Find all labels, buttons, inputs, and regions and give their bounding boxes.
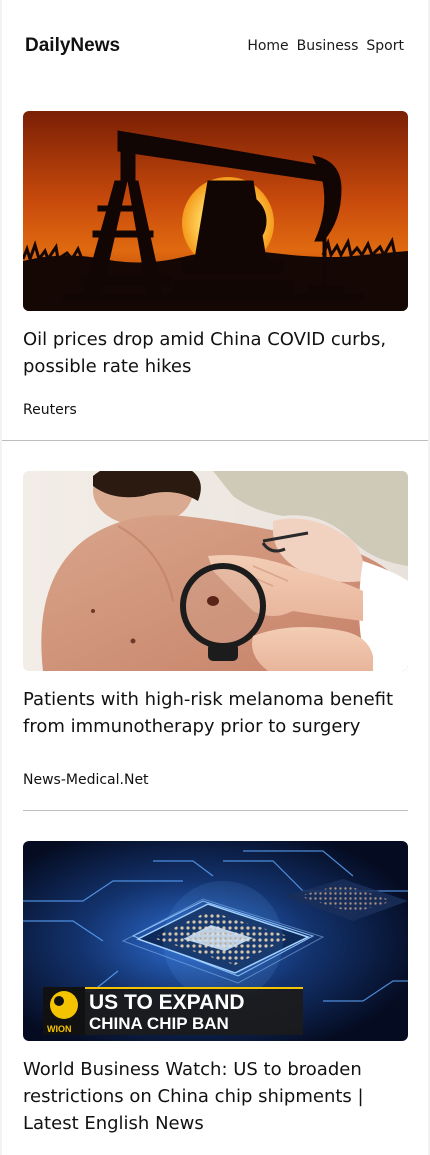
article-image-oil[interactable] — [23, 111, 408, 311]
circuit-chip-image: WION US TO EXPAND CHINA CHIP BAN — [23, 841, 408, 1041]
overlay-line-1: US TO EXPAND — [89, 991, 245, 1014]
site-header: DailyNews Home Business Sport — [2, 0, 428, 92]
overlay-line-2: CHINA CHIP BAN — [89, 1014, 229, 1033]
article-title[interactable]: Oil prices drop amid China COVID curbs, … — [23, 326, 408, 380]
article-divider — [2, 440, 428, 441]
main-nav: Home Business Sport — [247, 38, 404, 54]
article-title[interactable]: Patients with high-risk melanoma benefit… — [23, 686, 408, 740]
wion-logo-text: WION — [47, 1024, 72, 1034]
nav-business[interactable]: Business — [297, 38, 359, 54]
nav-sport[interactable]: Sport — [366, 38, 404, 54]
article-divider — [23, 810, 408, 811]
article-title[interactable]: World Business Watch: US to broaden rest… — [23, 1056, 408, 1137]
article-source: Reuters — [23, 402, 77, 418]
oil-pumpjack-image — [23, 111, 408, 311]
article-source: News-Medical.Net — [23, 772, 149, 788]
article-image-melanoma[interactable] — [23, 471, 408, 671]
nav-home[interactable]: Home — [247, 38, 288, 54]
news-page: DailyNews Home Business Sport Oil prices… — [2, 0, 428, 1155]
article-image-chip[interactable]: WION US TO EXPAND CHINA CHIP BAN — [23, 841, 408, 1041]
skin-exam-image — [23, 471, 408, 671]
brand-logo[interactable]: DailyNews — [25, 35, 120, 57]
